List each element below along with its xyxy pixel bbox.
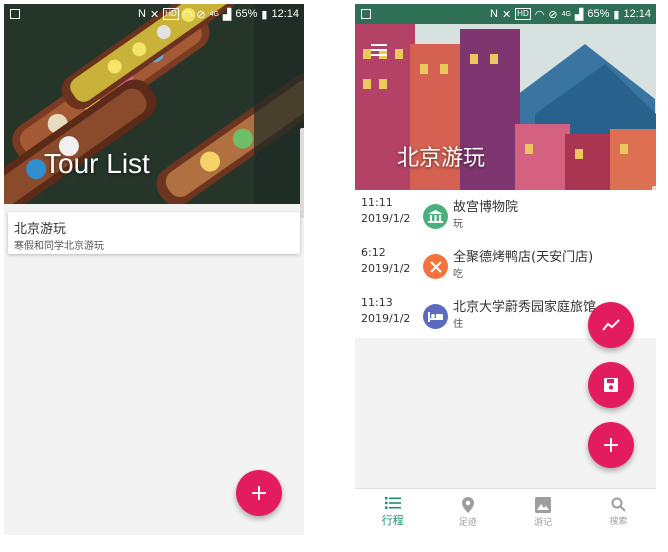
item-name: 北京大学蔚秀园家庭旅馆 <box>453 300 597 315</box>
nav-label: 游记 <box>534 517 553 528</box>
museum-icon <box>423 204 448 229</box>
item-name: 故宫博物院 <box>453 200 519 215</box>
item-time: 11:11 <box>361 196 393 209</box>
status-bar: N ✕ HD ◠ ⊘ 4G ▟ 65% ▮ 12:14 <box>355 4 656 24</box>
tour-card[interactable]: 北京游玩 寒假和同学北京游玩 <box>8 212 300 254</box>
trend-icon <box>602 319 620 331</box>
wifi-icon: ◠ <box>534 8 545 21</box>
nav-label: 行程 <box>381 514 404 527</box>
list-icon <box>384 497 401 509</box>
item-category: 吃 <box>453 269 463 280</box>
tour-list-screen: N ✕ HD ◠ ⊘ 4G ▟ 65% ▮ 12:14 Tour List 北京… <box>4 4 304 535</box>
mute-icon: ✕ <box>501 8 512 21</box>
gallery-icon <box>361 9 371 19</box>
add-icon: + <box>249 480 269 506</box>
dnd-icon: ⊘ <box>196 8 206 21</box>
bottom-navigation: 行程 足迹 游记 搜索 <box>355 488 656 535</box>
network-type: 4G <box>209 10 219 18</box>
gallery-icon <box>10 9 20 19</box>
nav-label: 足迹 <box>458 517 477 528</box>
nav-item-travelogue[interactable]: 游记 <box>506 489 581 535</box>
location-pin-icon <box>461 496 474 513</box>
tour-title: 北京游玩 <box>14 222 67 237</box>
nav-item-itinerary[interactable]: 行程 <box>355 489 430 535</box>
page-title: Tour List <box>44 148 150 179</box>
clock: 12:14 <box>271 8 299 20</box>
photo-icon <box>535 496 552 513</box>
wifi-icon: ◠ <box>182 8 193 21</box>
mute-icon: ✕ <box>149 8 160 21</box>
battery-level: 65% <box>587 8 610 20</box>
nav-item-footprint[interactable]: 足迹 <box>430 489 505 535</box>
tour-detail-screen: N ✕ HD ◠ ⊘ 4G ▟ 65% ▮ 12:14 北京游玩 11:11 2… <box>355 4 656 535</box>
nav-label: 搜索 <box>609 517 628 527</box>
item-category: 住 <box>453 319 463 330</box>
item-time: 6:12 <box>361 246 386 259</box>
save-icon <box>604 378 618 392</box>
scroll-handle[interactable] <box>300 128 304 218</box>
nfc-icon: N <box>138 8 146 20</box>
tour-subtitle: 寒假和同学北京游玩 <box>14 241 104 252</box>
list-item[interactable]: 6:12 2019/1/2 全聚德烤鸭店(天安门店) 吃 <box>355 240 656 290</box>
battery-level: 65% <box>235 8 258 20</box>
statistics-button[interactable] <box>588 302 634 348</box>
hd-badge: HD <box>163 8 179 20</box>
signal-icon: ▟ <box>222 8 232 21</box>
item-date: 2019/1/2 <box>361 312 411 325</box>
add-item-button[interactable]: + <box>588 422 634 468</box>
page-title: 北京游玩 <box>397 146 486 171</box>
search-icon <box>611 497 626 512</box>
item-date: 2019/1/2 <box>361 212 411 225</box>
add-tour-button[interactable]: + <box>236 470 282 516</box>
restaurant-icon <box>423 254 448 279</box>
item-category: 玩 <box>453 219 463 230</box>
item-time: 11:13 <box>361 296 393 309</box>
battery-icon: ▮ <box>261 8 268 21</box>
save-button[interactable] <box>588 362 634 408</box>
hotel-icon <box>423 304 448 329</box>
battery-icon: ▮ <box>613 8 620 21</box>
status-bar: N ✕ HD ◠ ⊘ 4G ▟ 65% ▮ 12:14 <box>4 4 304 24</box>
dnd-icon: ⊘ <box>548 8 558 21</box>
item-date: 2019/1/2 <box>361 262 411 275</box>
clock: 12:14 <box>623 8 651 20</box>
item-name: 全聚德烤鸭店(天安门店) <box>453 250 594 265</box>
network-type: 4G <box>561 10 571 18</box>
add-icon: + <box>601 432 621 458</box>
menu-icon[interactable] <box>371 44 387 59</box>
signal-icon: ▟ <box>574 8 584 21</box>
nfc-icon: N <box>490 8 498 20</box>
list-item[interactable]: 11:11 2019/1/2 故宫博物院 玩 <box>355 190 656 240</box>
nav-item-search[interactable]: 搜索 <box>581 489 656 535</box>
hd-badge: HD <box>515 8 531 20</box>
